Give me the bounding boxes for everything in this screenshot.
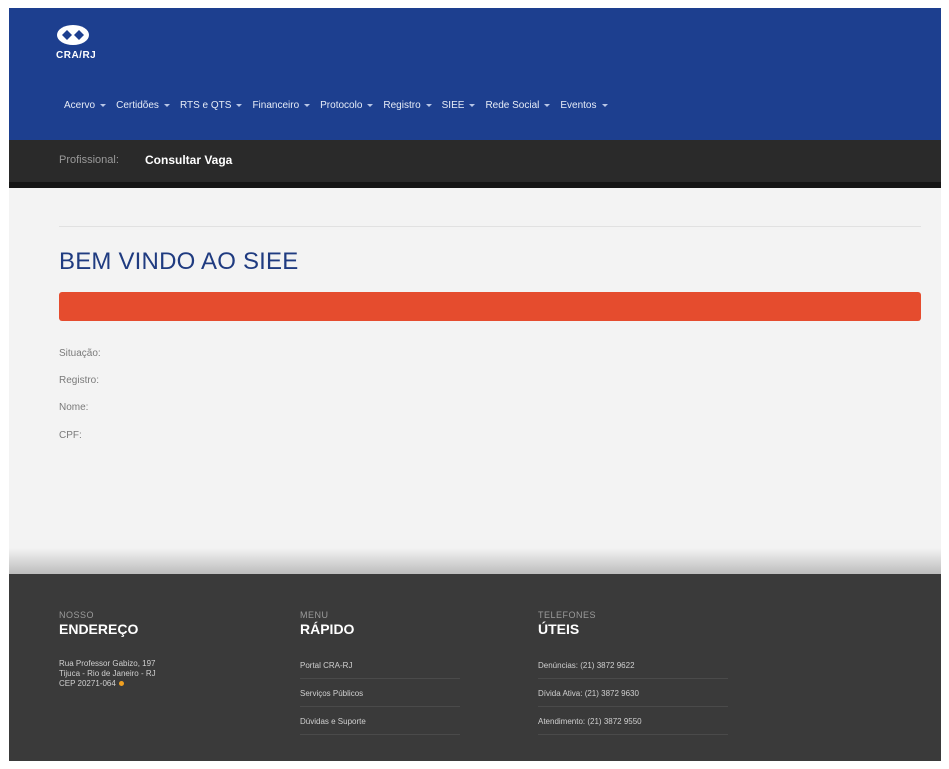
map-pin-icon[interactable] bbox=[118, 681, 124, 687]
content-divider bbox=[59, 226, 921, 227]
footer-link-portal[interactable]: Portal CRA-RJ bbox=[300, 651, 460, 679]
footer-phones-heading: ÚTEIS bbox=[538, 621, 580, 637]
footer-phones: TELEFONES ÚTEIS Denúncias: (21) 3872 962… bbox=[538, 610, 728, 735]
nav-item-protocolo[interactable]: Protocolo bbox=[320, 100, 374, 111]
chevron-down-icon bbox=[544, 104, 551, 107]
footer-address-small: NOSSO bbox=[59, 610, 95, 620]
nav-item-rts-qts[interactable]: RTS e QTS bbox=[180, 100, 243, 111]
main-nav: Acervo Certidões RTS e QTS Financeiro Pr… bbox=[64, 100, 618, 111]
nav-item-siee[interactable]: SIEE bbox=[442, 100, 476, 111]
nav-item-registro[interactable]: Registro bbox=[383, 100, 432, 111]
field-nome: Nome: bbox=[59, 402, 89, 413]
breadcrumb-label: Profissional: bbox=[59, 154, 119, 166]
cra-logo-icon bbox=[57, 25, 89, 45]
chevron-down-icon bbox=[304, 104, 311, 107]
main-content: BEM VINDO AO SIEE Situação: Registro: No… bbox=[9, 188, 941, 572]
cra-logo[interactable]: CRA/RJ bbox=[56, 24, 116, 64]
footer: NOSSO ENDEREÇO Rua Professor Gabizo, 197… bbox=[9, 574, 941, 761]
chevron-down-icon bbox=[100, 104, 107, 107]
nav-item-rede-social[interactable]: Rede Social bbox=[485, 100, 551, 111]
top-header: CRA/RJ Acervo Certidões RTS e QTS Financ… bbox=[9, 8, 941, 140]
page-title: BEM VINDO AO SIEE bbox=[59, 248, 299, 275]
field-situacao: Situação: bbox=[59, 348, 101, 359]
alert-bar bbox=[59, 292, 921, 321]
breadcrumb-link-consultar-vaga[interactable]: Consultar Vaga bbox=[145, 153, 232, 167]
nav-item-certidoes[interactable]: Certidões bbox=[116, 100, 170, 111]
chevron-down-icon bbox=[236, 104, 243, 107]
footer-link-servicos[interactable]: Serviços Públicos bbox=[300, 679, 460, 707]
chevron-down-icon bbox=[601, 104, 608, 107]
footer-menu-list: Portal CRA-RJ Serviços Públicos Dúvidas … bbox=[300, 651, 460, 735]
chevron-down-icon bbox=[367, 104, 374, 107]
footer-phone-atendimento: Atendimento: (21) 3872 9550 bbox=[538, 707, 728, 735]
chevron-down-icon bbox=[469, 104, 476, 107]
footer-address-heading: ENDEREÇO bbox=[59, 621, 139, 637]
logo-text: CRA/RJ bbox=[56, 50, 97, 61]
footer-menu: MENU RÁPIDO Portal CRA-RJ Serviços Públi… bbox=[300, 610, 460, 735]
nav-item-acervo[interactable]: Acervo bbox=[64, 100, 107, 111]
footer-link-suporte[interactable]: Dúvidas e Suporte bbox=[300, 707, 460, 735]
page-frame: CRA/RJ Acervo Certidões RTS e QTS Financ… bbox=[9, 8, 941, 761]
footer-menu-heading: RÁPIDO bbox=[300, 621, 355, 637]
nav-item-financeiro[interactable]: Financeiro bbox=[252, 100, 311, 111]
footer-address-text: Rua Professor Gabizo, 197 Tijuca - Rio d… bbox=[59, 659, 156, 688]
field-cpf: CPF: bbox=[59, 430, 82, 441]
breadcrumb-bar: Profissional: Consultar Vaga bbox=[9, 140, 941, 188]
chevron-down-icon bbox=[163, 104, 170, 107]
chevron-down-icon bbox=[425, 104, 432, 107]
field-registro: Registro: bbox=[59, 375, 100, 386]
footer-address: NOSSO ENDEREÇO Rua Professor Gabizo, 197… bbox=[59, 610, 156, 689]
footer-phone-divida: Dívida Ativa: (21) 3872 9630 bbox=[538, 679, 728, 707]
footer-phones-list: Denúncias: (21) 3872 9622 Dívida Ativa: … bbox=[538, 651, 728, 735]
nav-item-eventos[interactable]: Eventos bbox=[560, 100, 608, 111]
footer-phone-denuncias: Denúncias: (21) 3872 9622 bbox=[538, 651, 728, 679]
footer-shadow bbox=[9, 548, 941, 574]
footer-menu-small: MENU bbox=[300, 610, 329, 620]
footer-phones-small: TELEFONES bbox=[538, 610, 597, 620]
